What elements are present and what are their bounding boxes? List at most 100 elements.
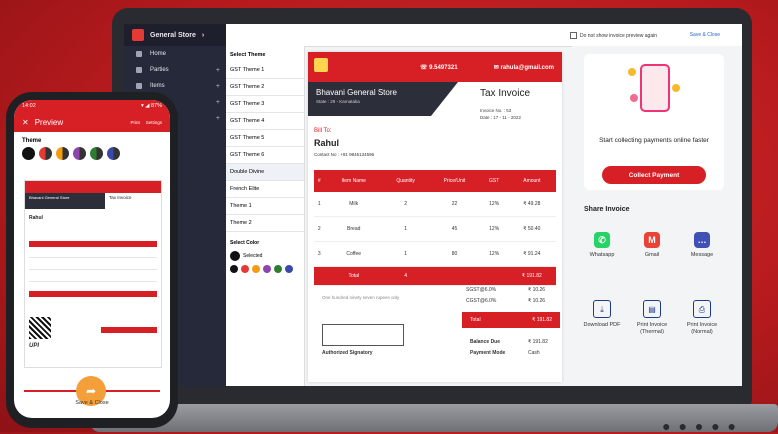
grand-total-value: ₹ 191.82 [532, 317, 552, 323]
invoice-preview: ☏ 9.5497321 ✉ rahula@gmail.com Bhavani G… [308, 52, 562, 382]
phone-theme-label: Theme [22, 138, 42, 144]
sidebar-item[interactable]: Parties + [124, 62, 226, 78]
color-swatch[interactable] [252, 265, 260, 273]
invoice-email: ✉ rahula@gmail.com [493, 65, 554, 71]
phone-theme-swatch[interactable] [73, 147, 86, 160]
table-cell: ₹ 49.28 [507, 192, 556, 217]
invoice-store-name: Bhavani General Store [316, 88, 397, 97]
phone-theme-swatch[interactable] [90, 147, 103, 160]
total-row: Total 4 ₹ 191.82 [314, 266, 556, 286]
table-row [29, 281, 157, 282]
column-header: Item Name [324, 170, 383, 192]
amount-in-words: One hundred ninety seven rupees only [322, 295, 400, 300]
selected-color-dot[interactable] [230, 251, 240, 261]
dont-show-checkbox[interactable]: Do not show invoice preview again [570, 32, 657, 39]
table-cell: 2 [382, 192, 429, 217]
grand-total-label: Total [470, 317, 481, 323]
sidebar-item-label: Items [150, 83, 165, 89]
balance-due-label: Balance Due [470, 339, 501, 345]
plus-icon[interactable]: + [216, 67, 220, 74]
close-icon[interactable]: ✕ [22, 118, 29, 127]
plus-icon[interactable]: + [216, 83, 220, 90]
download-option-button[interactable]: ⤓ Download PDF [582, 300, 622, 329]
table-cell: 1 [382, 216, 429, 242]
table-cell: 2 [314, 216, 325, 242]
download-option-button[interactable]: ▤ Print Invoice (Thermal) [632, 300, 672, 336]
store-switcher[interactable]: General Store › [124, 24, 226, 46]
sgst-value: ₹ 10.26 [528, 287, 546, 293]
invoice-date: Date : 17 - 11 - 2022 [480, 115, 521, 120]
share-gmail-button[interactable]: M Gmail [632, 232, 672, 258]
gmail-icon: M [644, 232, 660, 248]
menu-icon [136, 51, 142, 57]
invoice-meta: Invoice No. : 53 Date : 17 - 11 - 2022 [480, 107, 521, 121]
table-cell: 22 [428, 192, 481, 217]
theme-option[interactable]: Theme 2 [226, 215, 304, 232]
share-message-button[interactable]: … Message [682, 232, 722, 258]
table-row [29, 257, 157, 258]
phone-table-header [29, 241, 157, 247]
whatsapp-icon: ✆ [594, 232, 610, 248]
download-icon: ⤓ [593, 300, 611, 318]
theme-option[interactable]: GST Theme 3 [226, 96, 304, 113]
table-cell: ₹ 50.40 [507, 216, 556, 242]
color-swatch[interactable] [263, 265, 271, 273]
print-button[interactable]: Print [130, 120, 139, 125]
column-header: Amount [507, 170, 556, 192]
invoice-store-block: Bhavani General Store State : 29 - Karna… [308, 82, 458, 116]
phone-theme-swatch[interactable] [22, 147, 35, 160]
phone-theme-swatch[interactable] [56, 147, 69, 160]
share-whatsapp-button[interactable]: ✆ Whatsapp [582, 232, 622, 258]
bill-to-contact: Contact No : +91 9845134596 [314, 152, 375, 157]
theme-option[interactable]: GST Theme 6 [226, 147, 304, 164]
table-cell: Coffee [324, 241, 383, 267]
bill-to-label: Bill To: [314, 128, 332, 134]
theme-option[interactable]: GST Theme 1 [226, 62, 304, 79]
phone-battery: ▾ ◢ 87% [140, 103, 162, 109]
download-label: Download PDF [583, 322, 621, 328]
theme-option[interactable]: Theme 1 [226, 198, 304, 215]
color-swatch[interactable] [274, 265, 282, 273]
table-row: 2 Bread 1 45 12% ₹ 50.40 [314, 216, 556, 242]
phone-time: 14:02 [22, 103, 36, 109]
table-cell: 12% [480, 192, 508, 217]
phone-theme-swatch[interactable] [107, 147, 120, 160]
download-label: Print Invoice (Normal) [686, 322, 718, 335]
topbar: Do not show invoice preview again Save &… [226, 24, 742, 47]
checkbox-box[interactable] [570, 32, 577, 39]
laptop-screen: General Store › HomeParties+Items+++aseu… [124, 24, 742, 386]
table-cell: Total [324, 266, 383, 286]
theme-option[interactable]: GST Theme 4 [226, 113, 304, 130]
table-cell [428, 266, 481, 286]
qr-code [29, 317, 51, 339]
grand-total-bar: Total ₹ 191.82 [462, 312, 560, 328]
print-icon: ⎙ [693, 300, 711, 318]
column-header: GST [480, 170, 508, 192]
settings-button[interactable]: Settings [146, 120, 162, 125]
phone-invoice-store: Bhavani General Store [25, 193, 105, 209]
collect-payment-card: Start collecting payments online faster … [584, 54, 724, 190]
download-option-button[interactable]: ⎙ Print Invoice (Normal) [682, 300, 722, 336]
thermal-print-icon: ▤ [643, 300, 661, 318]
theme-option[interactable]: French Elite [226, 181, 304, 198]
color-swatch[interactable] [241, 265, 249, 273]
phone-bill-name: Rahul [29, 215, 43, 221]
color-swatch[interactable] [230, 265, 238, 273]
phone-title: Preview [34, 117, 64, 127]
plus-icon[interactable]: + [216, 99, 220, 106]
sidebar-item[interactable]: Home [124, 46, 226, 62]
save-close-link[interactable]: Save & Close [690, 32, 720, 38]
collect-payment-button[interactable]: Collect Payment [602, 166, 706, 184]
coin-icon [630, 94, 638, 102]
download-label: Print Invoice (Thermal) [636, 322, 668, 335]
theme-option[interactable]: GST Theme 2 [226, 79, 304, 96]
plus-icon[interactable]: + [216, 115, 220, 122]
phone-theme-swatch[interactable] [39, 147, 52, 160]
balance-labels: Balance Due Payment Mode [470, 337, 505, 359]
column-header: # [314, 170, 325, 192]
color-swatch[interactable] [285, 265, 293, 273]
table-cell: Bread [324, 216, 383, 242]
theme-option[interactable]: Double Divine [226, 164, 304, 181]
theme-option[interactable]: GST Theme 5 [226, 130, 304, 147]
phone-save-close[interactable]: Save & Close [14, 400, 170, 406]
